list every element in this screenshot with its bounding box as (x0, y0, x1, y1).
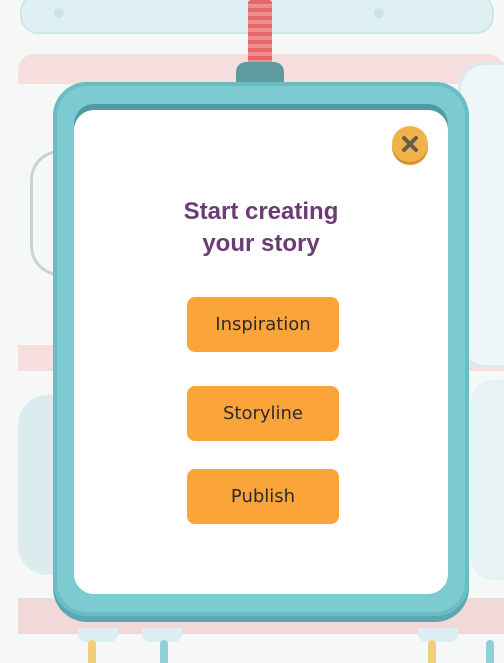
background-foot (78, 628, 118, 642)
publish-button[interactable]: Publish (187, 469, 339, 524)
background-right-dial (470, 380, 504, 580)
background-spring-cap (236, 62, 284, 84)
background-drip (160, 640, 168, 663)
background-drip (428, 640, 436, 663)
close-button[interactable] (392, 126, 428, 162)
background-drip (88, 640, 96, 663)
background-foot (418, 628, 458, 642)
background-drip (486, 640, 494, 663)
rail-bolt (54, 8, 64, 18)
app-stage: Start creating your story Inspiration St… (0, 0, 504, 663)
inspiration-button[interactable]: Inspiration (187, 297, 339, 352)
rail-bolt (374, 8, 384, 18)
background-spring (248, 0, 272, 66)
modal-title: Start creating your story (74, 196, 448, 260)
storyline-button[interactable]: Storyline (187, 386, 339, 441)
modal-title-line2: your story (202, 230, 320, 257)
modal-title-line1: Start creating (183, 198, 339, 225)
close-x-icon (402, 136, 418, 152)
